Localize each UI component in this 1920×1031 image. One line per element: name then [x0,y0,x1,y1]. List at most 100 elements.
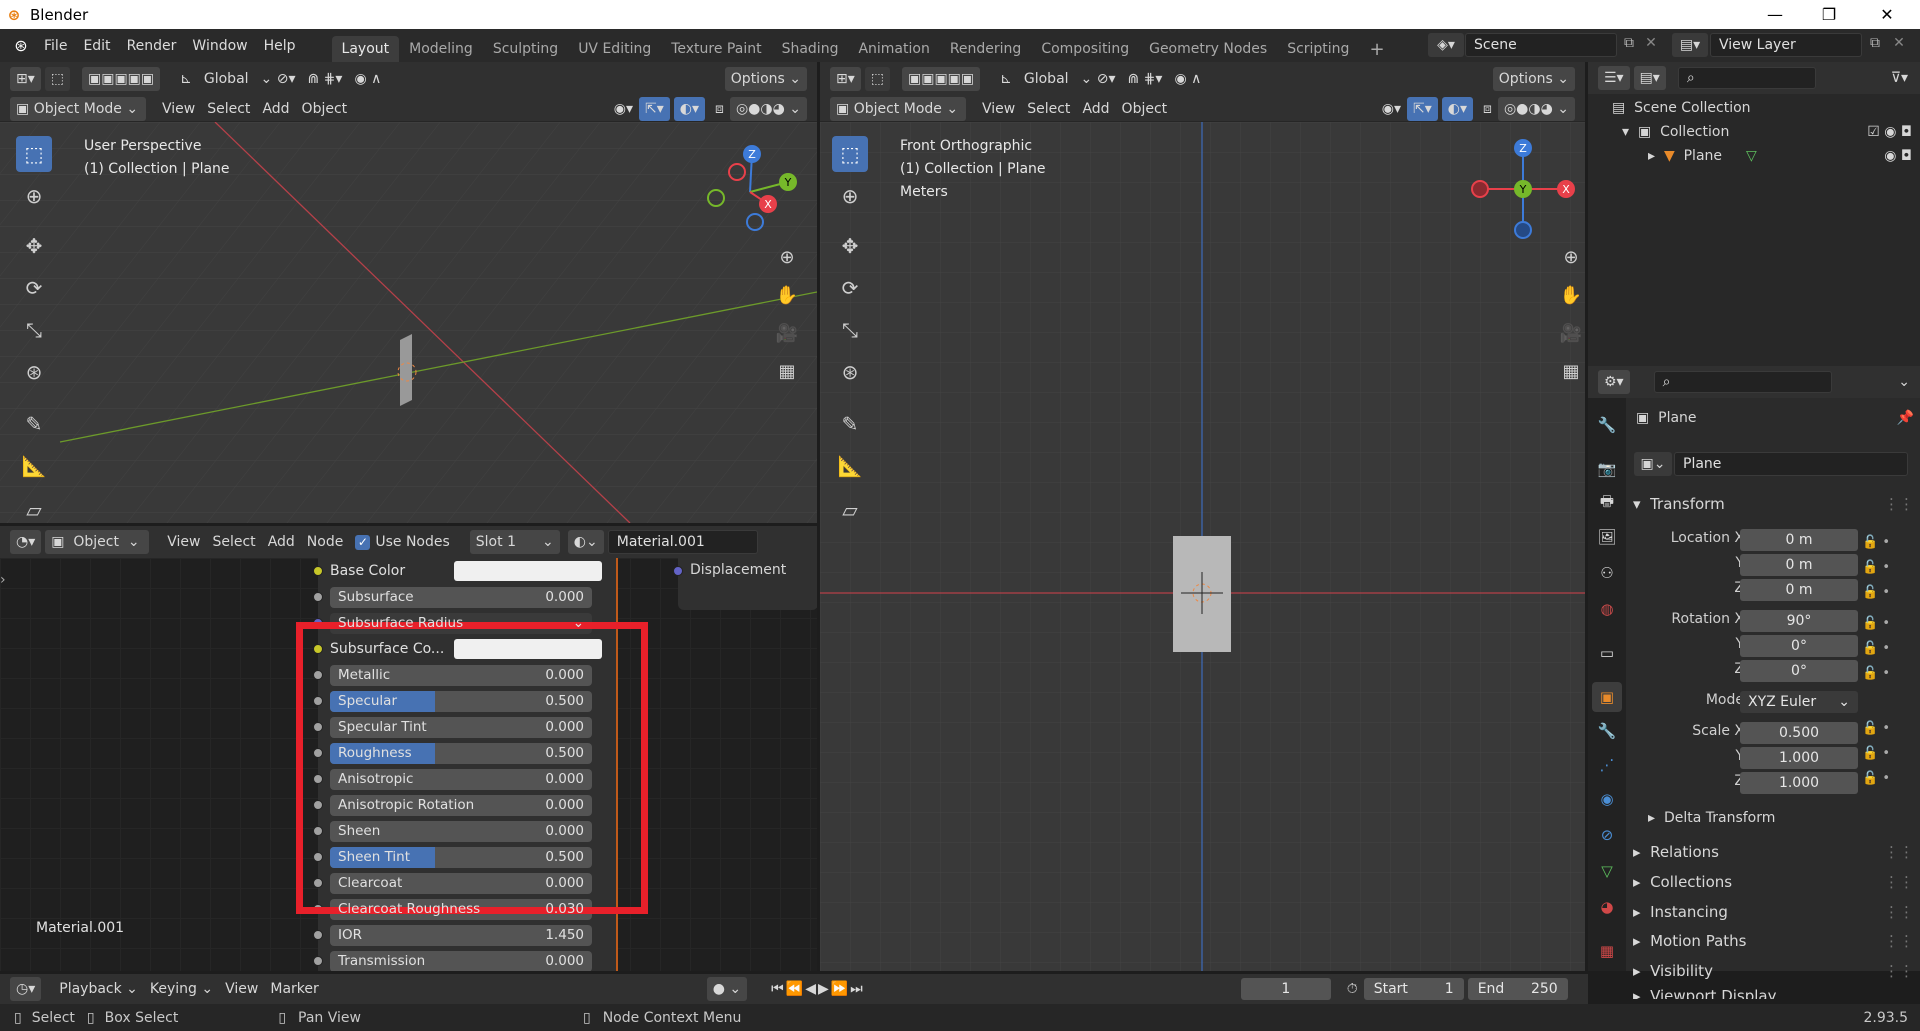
relations-panel-header[interactable]: ▸ Relations ⋮⋮ [1633,838,1920,866]
pin-icon[interactable]: 📌 [1897,410,1914,426]
navigation-gizmo-right[interactable]: Z Y X [1470,136,1580,246]
menu-window[interactable]: Window [184,38,255,54]
collections-panel-header[interactable]: ▸ Collections ⋮⋮ [1633,868,1920,896]
object-browse-icon[interactable]: ▣⌄ [1634,452,1672,476]
pan-hand-icon-right[interactable]: ✋ [1556,280,1585,310]
scale-x-field[interactable]: 0.500 [1740,722,1858,744]
transform-tool-icon[interactable]: ⊛ [16,354,52,390]
viewport-display-panel-header[interactable]: ▸ Viewport Display [1633,987,1920,999]
menu-select-right[interactable]: Select [1021,97,1076,121]
motion-paths-panel-header[interactable]: ▸ Motion Paths ⋮⋮ [1633,927,1920,955]
select-tool-icon[interactable]: ⬚ [44,67,70,91]
xray-icon[interactable]: ⧈ [709,97,730,121]
menu-add-right[interactable]: Add [1076,97,1115,121]
node-menu-view[interactable]: View [161,530,206,554]
menu-file[interactable]: File [36,38,75,54]
tab-rendering[interactable]: Rendering [940,36,1032,62]
view-layer-field[interactable]: View Layer [1710,33,1862,57]
tool-tab-icon[interactable]: 🔧 [1592,410,1622,440]
outliner-scene-collection[interactable]: ▤ Scene Collection [1612,100,1751,116]
mode-dropdown[interactable]: ▣ Object Mode ⌄ [10,97,146,121]
visibility-panel-header[interactable]: ▸ Visibility ⋮⋮ [1633,957,1920,985]
view-layer-icon[interactable]: ▤▾ [1672,33,1708,57]
add-cube-tool-icon[interactable]: ▱ [16,492,52,523]
collection-visibility-icons[interactable]: ☑ ◉ ◘ [1867,124,1912,140]
output-tab-icon[interactable]: 🖶 [1592,488,1622,518]
tab-uv-editing[interactable]: UV Editing [568,36,661,62]
scale-tool-icon-right[interactable]: ⤡ [832,312,868,348]
camera-view-icon-right[interactable]: 🎥 [1556,318,1585,348]
pivot-icon-right[interactable]: ⌄ ⊘▾ [1075,67,1122,91]
menu-object[interactable]: Object [296,97,354,121]
properties-type-icon[interactable]: ⚙▾ [1598,370,1630,394]
displacement-socket[interactable] [673,566,683,576]
select-tool-icon-right[interactable]: ⬚ [864,67,890,91]
proportional-edit-icon-right[interactable]: ◉ ∧ [1168,67,1207,91]
editor-type-icon-right[interactable]: ⊞▾ [830,67,861,91]
tab-geometry-nodes[interactable]: Geometry Nodes [1139,36,1277,62]
input-socket[interactable] [313,956,323,966]
cursor-tool-icon[interactable]: ⊕ [16,178,52,214]
color-swatch[interactable] [454,561,602,581]
value-slider[interactable]: Transmission 0.000 [330,950,592,971]
material-browse-icon[interactable]: ◐⌄ [567,530,604,554]
camera-view-icon[interactable]: 🎥 [772,318,802,348]
collection-tab-icon[interactable]: ▭ [1592,638,1622,668]
move-tool-icon-right[interactable]: ✥ [832,228,868,264]
node-editor-type-icon[interactable]: ◔▾ [10,530,42,554]
constraints-tab-icon[interactable]: ⊘ [1592,820,1622,850]
minimize-button[interactable]: — [1752,0,1798,29]
preview-range-icon[interactable]: ⏱ [1341,977,1364,1001]
tab-shading[interactable]: Shading [772,36,849,62]
zoom-icon-right[interactable]: ⊕ [1556,242,1585,272]
display-mode-icon[interactable]: ▤▾ [1633,66,1666,90]
viewport-right[interactable]: ⊞▾ ⬚ ▣▣▣▣▣ ⊾ Global ⌄ ⊘▾ ⋒ ⋕▾ ◉ ∧ Option… [820,62,1585,971]
rotation-x-field[interactable]: 90° [1740,610,1858,632]
measure-tool-icon-right[interactable]: 📐 [832,448,868,484]
rotate-tool-icon[interactable]: ⟳ [16,270,52,306]
object-tab-icon[interactable]: ▣ [1592,682,1622,712]
select-box-tool-icon[interactable]: ⬚ [16,136,52,172]
location-x-field[interactable]: 0 m [1740,529,1858,551]
measure-tool-icon[interactable]: 📐 [16,448,52,484]
delete-scene-icon[interactable]: ✕ [1640,35,1662,51]
texture-tab-icon[interactable]: ▦ [1592,936,1622,966]
properties-search-input[interactable]: ⌕ [1653,371,1832,393]
drag-handle-icon[interactable]: ⋮⋮ [1884,932,1914,950]
plane-object[interactable] [400,334,412,406]
lock-icon[interactable]: 🔓 • [1862,741,1912,766]
proportional-edit-icon[interactable]: ◉ ∧ [348,67,387,91]
new-scene-icon[interactable]: ⧉ [1618,35,1640,51]
pan-hand-icon[interactable]: ✋ [772,280,802,310]
lock-icon[interactable]: 🔓 • [1862,661,1912,686]
node-input-row[interactable]: IOR 1.450 [313,922,618,948]
blender-menu-icon[interactable]: ⊛ [6,36,36,55]
node-menu-add[interactable]: Add [262,530,301,554]
menu-view[interactable]: View [156,97,201,121]
particles-tab-icon[interactable]: ⋰ [1592,750,1622,780]
lock-icon[interactable]: 🔓 • [1862,555,1912,580]
end-frame-field[interactable]: End 250 [1467,978,1568,1000]
menu-select[interactable]: Select [201,97,256,121]
filter-icon[interactable]: ⊽▾ [1885,66,1914,90]
scene-tab-icon[interactable]: ⚇ [1592,558,1622,588]
lock-icon[interactable]: 🔓 • [1862,716,1912,741]
snap-icon[interactable]: ⋒ ⋕▾ [302,67,349,91]
tab-sculpting[interactable]: Sculpting [483,36,568,62]
properties-options-icon[interactable]: ⌄ [1892,370,1916,394]
drag-handle-icon[interactable]: ⋮⋮ [1884,903,1914,921]
scene-selector-icon[interactable]: ◈▾ [1428,33,1464,57]
render-tab-icon[interactable]: 📷 [1592,454,1622,484]
viewport-left[interactable]: ⊞▾ ⬚ ▣▣▣▣▣ ⊾ Global ⌄ ⊘▾ ⋒ ⋕▾ ◉ ∧ Option… [0,62,817,523]
close-button[interactable]: ✕ [1864,0,1910,29]
outliner-search-input[interactable]: ⌕ [1677,67,1816,89]
orientation-dropdown[interactable]: Global [198,67,255,91]
visibility-icon-right[interactable]: ◉▾ [1376,97,1407,121]
select-box-tool-icon-right[interactable]: ⬚ [832,136,868,172]
move-tool-icon[interactable]: ✥ [16,228,52,264]
drag-handle-icon[interactable]: ⋮⋮ [1884,495,1914,513]
scale-y-field[interactable]: 1.000 [1740,747,1858,769]
value-slider[interactable]: IOR 1.450 [330,924,592,946]
expand-collection-icon[interactable]: ▾ [1622,124,1638,140]
input-socket[interactable] [313,592,323,602]
